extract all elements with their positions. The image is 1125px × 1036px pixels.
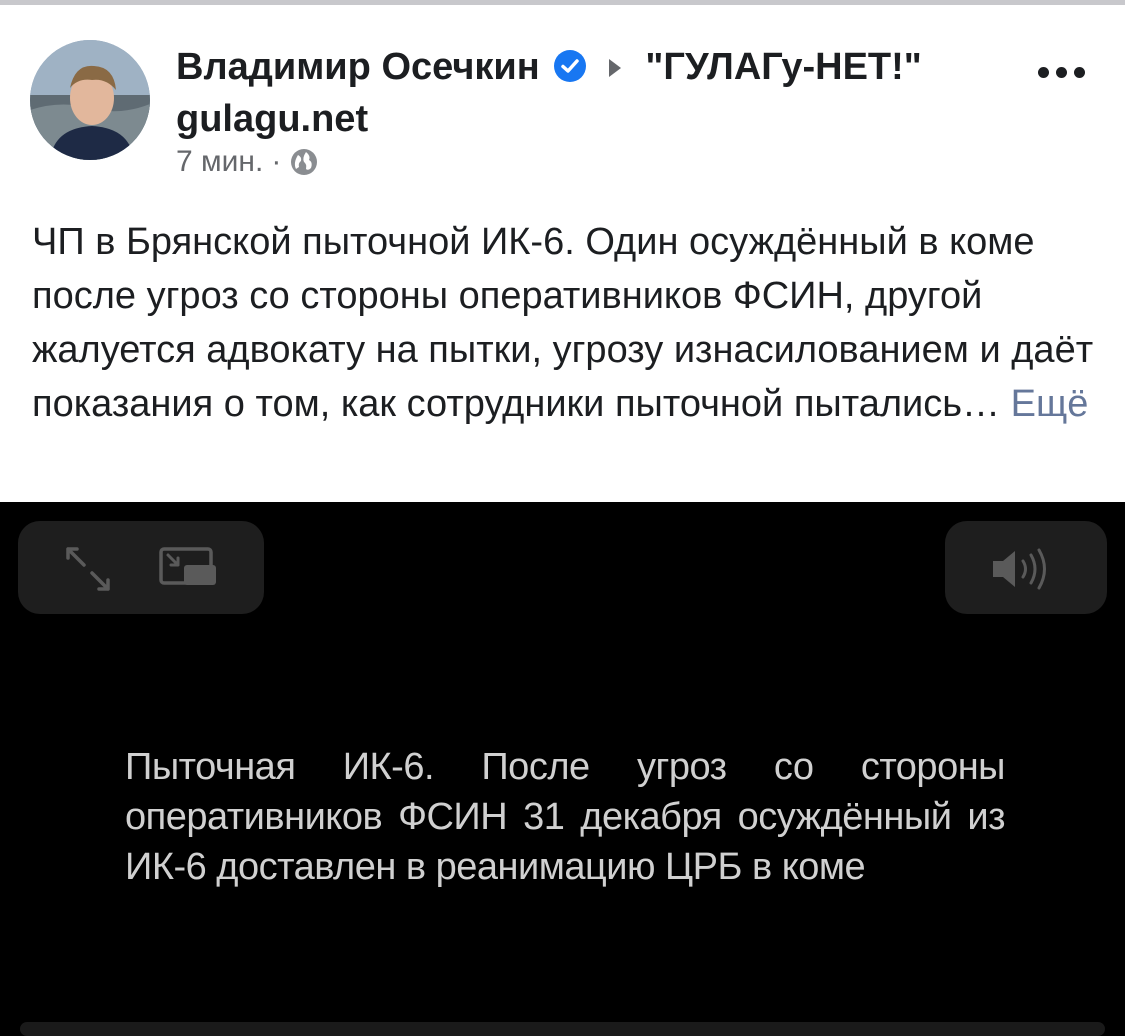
video-caption: Пыточная ИК-6. После угроз со стороны оп… — [125, 746, 1006, 888]
video-controls-right — [945, 521, 1107, 614]
picture-in-picture-icon[interactable] — [158, 543, 218, 595]
more-options-icon[interactable] — [1038, 67, 1085, 78]
post-card: Владимир Осечкин "ГУЛАГу-НЕТ!" gulagu.ne… — [0, 0, 1125, 502]
video-controls-left — [18, 521, 264, 614]
post-header: Владимир Осечкин "ГУЛАГу-НЕТ!" gulagu.ne… — [176, 41, 936, 145]
video-player[interactable]: Пыточная ИК-6. После угроз со стороны оп… — [0, 502, 1125, 1036]
see-more-link[interactable]: Ещё — [1011, 383, 1089, 425]
expand-icon[interactable] — [62, 543, 114, 595]
meta-separator: · — [271, 145, 282, 178]
video-bottom-bar — [20, 1022, 1105, 1036]
verified-badge-icon — [554, 50, 587, 82]
volume-icon[interactable] — [989, 543, 1061, 595]
arrow-right-icon — [608, 59, 621, 77]
author-name[interactable]: Владимир Осечкин — [176, 46, 540, 88]
globe-icon — [289, 147, 319, 177]
post-meta: 7 мин. · — [176, 145, 319, 179]
post-body: ЧП в Брянской пыточной ИК-6. Один осуждё… — [32, 215, 1102, 431]
avatar[interactable] — [30, 40, 150, 160]
post-text: ЧП в Брянской пыточной ИК-6. Один осуждё… — [32, 221, 1094, 425]
post-time[interactable]: 7 мин. — [176, 145, 263, 179]
